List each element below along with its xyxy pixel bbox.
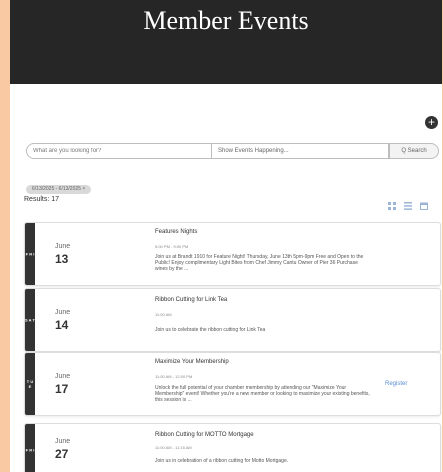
day-label: F R I (25, 251, 35, 257)
search-bar: Show Events Happening... Q Search (26, 143, 440, 159)
event-title[interactable]: Features Nights (155, 229, 197, 235)
events-panel: Member Events + Show Events Happening...… (10, 0, 442, 472)
list-view-icon[interactable] (404, 202, 412, 210)
day-strip: T U E (25, 353, 35, 415)
day-label: F R I (25, 447, 35, 453)
event-month: June (55, 438, 71, 445)
search-button[interactable]: Q Search (389, 143, 439, 159)
grid-view-icon[interactable] (388, 202, 396, 210)
event-date: 27 (55, 447, 69, 461)
event-card[interactable]: F R I June 27 Ribbon Cutting for MOTTO M… (24, 423, 441, 472)
event-time: 11:00 AM - 11:15 AM (155, 445, 192, 450)
calendar-view-icon[interactable] (420, 202, 428, 210)
event-date: 14 (55, 318, 69, 332)
event-title[interactable]: Maximize Your Membership (155, 359, 229, 365)
event-description: Join us in celebration of a ribbon cutti… (155, 458, 289, 464)
register-link[interactable]: Register (385, 381, 407, 387)
day-strip: F R I (25, 424, 35, 472)
day-label: T U E (26, 379, 34, 389)
event-month: June (55, 243, 71, 250)
day-strip: S A T (25, 289, 35, 351)
page-title: Member Events (143, 6, 309, 35)
event-description: Join us to celebrate the ribbon cutting … (155, 327, 266, 333)
events-happening-select[interactable]: Show Events Happening... (211, 143, 389, 159)
event-card[interactable]: S A T June 14 Ribbon Cutting for Link Te… (24, 288, 441, 352)
search-input[interactable] (26, 143, 212, 159)
event-time: 5:00 PM - 9:00 PM (155, 244, 189, 249)
event-card[interactable]: F R I June 13 Features Nights 5:00 PM - … (24, 222, 441, 286)
day-label: S A T (25, 317, 35, 323)
date-filter-chip[interactable]: 6/13/2025 - 6/13/2025 × (26, 185, 92, 194)
event-time: 11:00 AM - 12:00 PM (155, 374, 193, 379)
event-description: Join us at Brandt 1910 for Feature Night… (155, 254, 364, 272)
event-card[interactable]: T U E June 17 Maximize Your Membership 1… (24, 352, 441, 416)
event-month: June (55, 373, 71, 380)
day-strip: F R I (25, 223, 35, 285)
results-count: Results: 17 (24, 196, 60, 203)
event-description: Unlock the full potential of your chambe… (155, 385, 370, 403)
add-event-button[interactable]: + (425, 116, 438, 129)
event-time: 11:00 AM (155, 312, 172, 317)
event-date: 13 (55, 252, 69, 266)
event-title[interactable]: Ribbon Cutting for MOTTO Mortgage (155, 432, 254, 438)
page-header: Member Events (10, 0, 442, 84)
event-month: June (55, 309, 71, 316)
event-date: 17 (55, 382, 69, 396)
event-title[interactable]: Ribbon Cutting for Link Tea (155, 297, 227, 303)
